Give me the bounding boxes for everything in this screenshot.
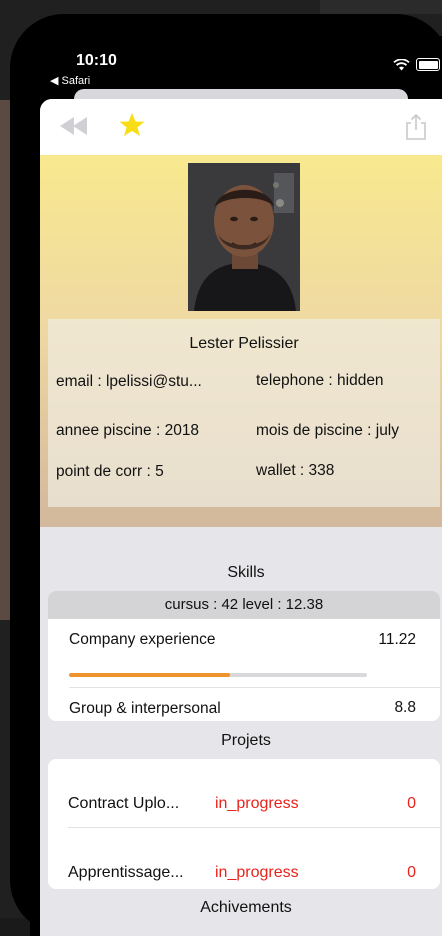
profile-info-card: Lester Pelissier email : lpelissi@stu...… bbox=[48, 319, 440, 507]
wallet-label: wallet : 338 bbox=[256, 462, 335, 479]
project-status: in_progress bbox=[215, 864, 299, 881]
annee-piscine-label: annee piscine : 2018 bbox=[56, 422, 200, 439]
project-name: Apprentissage... bbox=[68, 864, 184, 881]
skill-name: Group & interpersonal bbox=[69, 700, 221, 717]
toolbar bbox=[40, 99, 442, 156]
skills-list[interactable]: cursus : 42 level : 12.38 Company experi… bbox=[48, 591, 440, 721]
skill-progress-bar bbox=[69, 673, 367, 677]
projects-title: Projets bbox=[221, 732, 271, 749]
project-name: Contract Uplo... bbox=[68, 795, 180, 812]
project-status: in_progress bbox=[215, 795, 299, 812]
back-to-safari-link[interactable]: ◀ Safari bbox=[50, 74, 90, 87]
profile-name: Lester Pelissier bbox=[189, 335, 299, 352]
project-mark: 0 bbox=[407, 795, 416, 812]
skill-progress-fill bbox=[69, 673, 230, 677]
project-mark: 0 bbox=[407, 864, 416, 881]
wifi-icon bbox=[393, 58, 410, 70]
cursus-level: cursus : 42 level : 12.38 bbox=[48, 591, 440, 619]
notch bbox=[142, 36, 356, 72]
row-divider bbox=[68, 827, 440, 828]
achievements-title: Achivements bbox=[200, 899, 292, 916]
share-icon[interactable] bbox=[404, 113, 428, 141]
background-editor-strip bbox=[320, 0, 442, 14]
rewind-icon[interactable] bbox=[58, 115, 90, 137]
screen: 10:10 ◀ Safari Lester Pelissier email: … bbox=[30, 36, 442, 936]
point-corr-label: point de corr : 5 bbox=[56, 463, 164, 480]
status-time: 10:10 bbox=[76, 52, 117, 69]
skill-level: 8.8 bbox=[394, 699, 416, 716]
telephone-label: telephone : hidden bbox=[256, 372, 384, 389]
profile-sheet: Lester Pelissier email : lpelissi@stu...… bbox=[40, 99, 442, 936]
row-divider bbox=[69, 687, 440, 688]
profile-photo bbox=[188, 163, 300, 311]
status-icons bbox=[393, 58, 440, 71]
battery-icon bbox=[416, 58, 440, 71]
phone-frame: 10:10 ◀ Safari Lester Pelissier email: … bbox=[10, 14, 442, 936]
skills-title: Skills bbox=[227, 564, 265, 581]
star-icon[interactable] bbox=[118, 111, 146, 139]
email-label: email : lpelissi@stu... bbox=[56, 373, 202, 390]
projects-list[interactable]: Contract Uplo... in_progress 0 Apprentis… bbox=[48, 759, 440, 889]
skill-level: 11.22 bbox=[378, 631, 416, 648]
mois-piscine-label: mois de piscine : july bbox=[256, 422, 400, 439]
skill-name: Company experience bbox=[69, 631, 216, 648]
profile-header: Lester Pelissier email : lpelissi@stu...… bbox=[40, 155, 442, 527]
